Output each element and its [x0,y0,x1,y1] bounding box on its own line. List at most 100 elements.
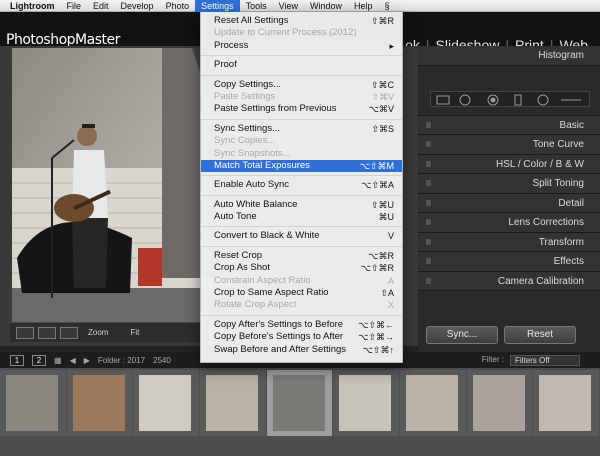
menu-item-reset-crop[interactable]: Reset Crop ⌥⌘R [201,250,402,262]
menu-item-paste-settings-from-previous[interactable]: Paste Settings from Previous ⌥⌘V [201,103,402,115]
loupe-view-button[interactable] [16,326,34,339]
panel-tone-curve[interactable]: Tone Curve [418,135,600,155]
sync-button[interactable]: Sync... [426,326,498,344]
menu-item-copy-before-s-settings-to-after[interactable]: Copy Before's Settings to After ⌥⇧⌘→ [201,331,402,343]
panel-detail[interactable]: Detail [418,193,600,213]
loupe-toolbar: Zoom Fit [10,322,210,342]
menu-item-label: Reset All Settings [214,15,289,26]
menu-item-label: Crop to Same Aspect Ratio [214,287,329,299]
primary-window-button[interactable]: 1 [10,354,24,366]
menu-separator [201,55,402,57]
menu-item-proof[interactable]: Proof [201,59,402,71]
panel-switch-icon[interactable] [426,121,431,128]
panel-switch-icon[interactable] [426,199,431,206]
filmstrip-thumb-selected[interactable] [266,370,333,436]
reset-button[interactable]: Reset [504,326,576,344]
menu-item-crop-as-shot[interactable]: Crop As Shot ⌥⇧⌘R [201,262,402,274]
menu-item-copy-settings[interactable]: Copy Settings... ⇧⌘C [201,79,402,91]
menu-item-label: Auto Tone [214,211,257,223]
panel-histogram[interactable]: Histogram [418,46,600,66]
filmstrip-thumb[interactable] [66,370,133,436]
filmstrip-thumb[interactable] [400,370,466,436]
menu-item-enable-auto-sync[interactable]: Enable Auto Sync ⌥⇧⌘A [201,179,402,191]
menu-item-shortcut: ⇧⌘S [371,123,394,134]
fit-label[interactable]: Fit [130,328,139,337]
panel-hsl[interactable]: HSL / Color / B & W [418,154,600,174]
menu-item-label: Match Total Exposures [214,159,310,171]
menu-item-process[interactable]: Process ▸ [201,40,402,52]
before-after-button[interactable] [38,326,56,339]
filmstrip-thumb[interactable] [533,370,600,436]
filmstrip-thumb[interactable] [466,370,533,436]
menu-item-paste-settings: Paste Settings ⇧⌘V [201,91,402,103]
panel-split-toning-label: Split Toning [532,178,584,189]
menu-help[interactable]: Help [348,0,379,12]
menu-tools[interactable]: Tools [240,0,273,12]
menu-item-shortcut: ⌥⌘V [368,104,394,115]
menu-item-shortcut: ⌥⇧⌘M [359,160,394,171]
menu-item-label: Swap Before and After Settings [214,343,347,355]
filmstrip-thumb[interactable] [200,370,266,436]
menu-develop[interactable]: Develop [115,0,160,12]
menu-item-shortcut: ⇧⌘R [370,16,394,26]
panel-detail-label: Detail [558,197,584,209]
menu-item-label: Copy Before's Settings to After [214,331,344,343]
panel-switch-icon[interactable] [426,277,431,284]
panel-lens-corrections[interactable]: Lens Corrections [418,213,600,233]
panel-switch-icon[interactable] [426,141,431,147]
panel-transform[interactable]: Transform [418,232,600,252]
panel-switch-icon[interactable] [426,180,431,186]
menu-separator [201,245,402,247]
menu-item-auto-white-balance[interactable]: Auto White Balance ⇧⌘U [201,199,402,211]
menu-item-label: Constrain Aspect Ratio [214,274,311,286]
yy-view-button[interactable] [60,326,78,339]
main-photo [12,48,212,338]
panel-switch-icon[interactable] [426,258,431,264]
filter-dropdown[interactable]: Filters Off [510,354,580,366]
menu-settings[interactable]: Settings [195,0,240,12]
panel-switch-icon[interactable] [426,238,431,245]
menu-edit[interactable]: Edit [87,0,115,12]
zoom-label: Zoom [88,328,109,337]
filmstrip-thumb[interactable] [333,370,400,436]
back-arrow-icon[interactable]: ◀ [70,356,76,365]
menu-item-label: Copy Settings... [214,78,282,90]
filter-label: Filter : [481,354,504,364]
menu-item-swap-before-and-after-settings[interactable]: Swap Before and After Settings ⌥⇧⌘↑ [201,344,402,356]
menu-item-shortcut: ⇧A [380,288,394,299]
menu-lightroom[interactable]: Lightroom [2,0,61,12]
tool-strip [430,90,590,107]
menu-view[interactable]: View [273,0,304,12]
menu-item-crop-to-same-aspect-ratio[interactable]: Crop to Same Aspect Ratio ⇧A [201,287,402,299]
panel-switch-icon[interactable] [426,219,431,225]
filmstrip-thumb[interactable] [133,370,200,436]
panel-switch-icon[interactable] [426,160,431,167]
menu-window[interactable]: Window [304,0,348,12]
menu-item-sync-settings[interactable]: Sync Settings... ⇧⌘S [201,123,402,135]
script-menu-icon[interactable]: § [379,0,396,12]
menu-item-convert-to-black-white[interactable]: Convert to Black & White V [201,230,402,242]
panel-camera-calibration[interactable]: Camera Calibration [418,271,600,291]
histogram-area [418,65,600,116]
menu-separator [201,226,402,228]
menu-item-auto-tone[interactable]: Auto Tone ⌘U [201,211,402,223]
menu-item-copy-after-s-settings-to-before[interactable]: Copy After's Settings to Before ⌥⇧⌘← [201,319,402,331]
menu-item-shortcut: ⌥⇧⌘A [361,180,394,191]
panel-split-toning[interactable]: Split Toning [418,174,600,194]
forward-arrow-icon[interactable]: ▶ [84,356,90,365]
menu-item-reset-all-settings[interactable]: Reset All Settings ⇧⌘R [201,15,402,27]
menu-item-label: Process [214,39,249,51]
develop-right-panel: Histogram Basic Tone Curve HSL / Color /… [418,46,600,352]
panel-basic[interactable]: Basic [418,115,600,135]
menu-item-shortcut: ⌥⌘R [368,250,394,261]
menu-photo[interactable]: Photo [160,0,196,12]
secondary-window-button[interactable]: 2 [32,354,46,366]
filmstrip-thumb[interactable] [0,370,66,436]
menu-item-match-total-exposures[interactable]: Match Total Exposures ⌥⇧⌘M [201,159,402,173]
folder-path[interactable]: Folder : 2017 [98,356,145,365]
grid-tool-icon [436,95,450,104]
menu-file[interactable]: File [61,0,88,12]
menu-item-constrain-aspect-ratio: Constrain Aspect Ratio A [201,275,402,287]
grid-icon[interactable]: ▦ [54,356,62,365]
panel-effects[interactable]: Effects [418,252,600,272]
